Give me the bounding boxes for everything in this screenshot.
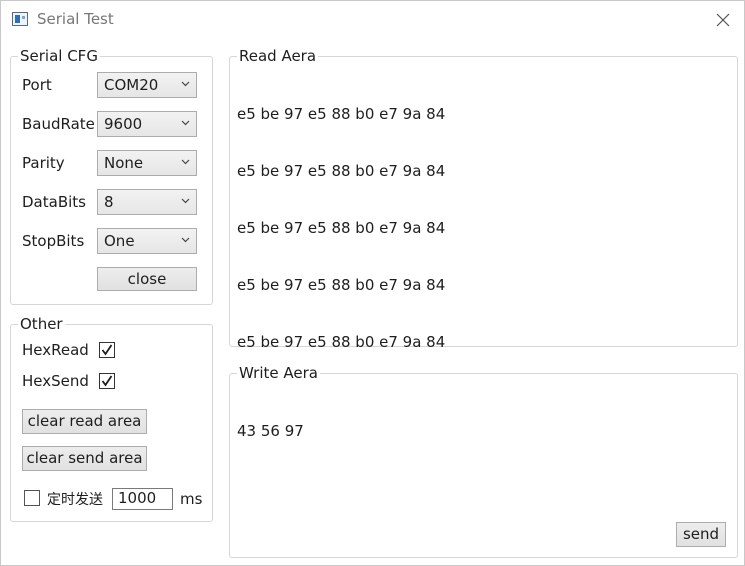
main-window: Serial Test Serial CFG Port COM20 BaudRa… [0, 0, 745, 566]
read-line: e5 be 97 e5 88 b0 e7 9a 84 [237, 333, 446, 351]
parity-value: None [104, 154, 144, 172]
parity-select[interactable]: None [97, 150, 197, 176]
write-text: 43 56 97 [237, 422, 304, 440]
title-bar: Serial Test [1, 1, 744, 39]
databits-value: 8 [104, 193, 114, 211]
serial-cfg-legend: Serial CFG [20, 47, 98, 65]
hexread-label: HexRead [22, 341, 89, 359]
timed-send-checkbox[interactable] [24, 490, 40, 506]
hexsend-checkbox[interactable] [99, 373, 115, 389]
read-area-legend: Read Aera [239, 47, 317, 65]
stopbits-select[interactable]: One [97, 228, 197, 254]
clear-read-area-button[interactable]: clear read area [22, 409, 147, 434]
baudrate-value: 9600 [104, 115, 143, 133]
timed-send-label: 定时发送 [47, 492, 103, 508]
interval-unit-label: ms [180, 490, 203, 508]
chevron-down-icon [181, 159, 190, 165]
chevron-down-icon [181, 120, 190, 126]
read-line: e5 be 97 e5 88 b0 e7 9a 84 [237, 219, 446, 237]
databits-select[interactable]: 8 [97, 189, 197, 215]
hexread-checkbox[interactable] [99, 342, 115, 358]
read-line: e5 be 97 e5 88 b0 e7 9a 84 [237, 162, 446, 180]
port-select[interactable]: COM20 [97, 72, 197, 98]
read-line: e5 be 97 e5 88 b0 e7 9a 84 [237, 105, 446, 123]
read-line: e5 be 97 e5 88 b0 e7 9a 84 [237, 276, 446, 294]
checkmark-icon [101, 344, 113, 356]
baudrate-label: BaudRate [22, 115, 95, 133]
chevron-down-icon [181, 198, 190, 204]
read-area-textbox[interactable]: e5 be 97 e5 88 b0 e7 9a 84 e5 be 97 e5 8… [237, 67, 731, 351]
baudrate-select[interactable]: 9600 [97, 111, 197, 137]
stopbits-value: One [104, 232, 135, 250]
close-port-button[interactable]: close [97, 267, 197, 291]
write-area-legend: Write Aera [239, 364, 318, 382]
close-window-button[interactable] [709, 8, 737, 32]
send-button[interactable]: send [676, 522, 726, 547]
app-icon [12, 12, 28, 26]
other-legend: Other [20, 315, 63, 333]
port-value: COM20 [104, 76, 159, 94]
write-area-textbox[interactable]: 43 56 97 [237, 384, 731, 514]
hexsend-label: HexSend [22, 372, 89, 390]
clear-send-area-button[interactable]: clear send area [22, 446, 147, 471]
window-title: Serial Test [37, 10, 114, 28]
parity-label: Parity [22, 154, 65, 172]
stopbits-label: StopBits [22, 232, 85, 250]
close-icon [716, 13, 730, 27]
chevron-down-icon [181, 237, 190, 243]
timed-send-interval-input[interactable]: 1000 [112, 488, 173, 510]
chevron-down-icon [181, 81, 190, 87]
port-label: Port [22, 76, 52, 94]
databits-label: DataBits [22, 193, 86, 211]
checkmark-icon [101, 375, 113, 387]
